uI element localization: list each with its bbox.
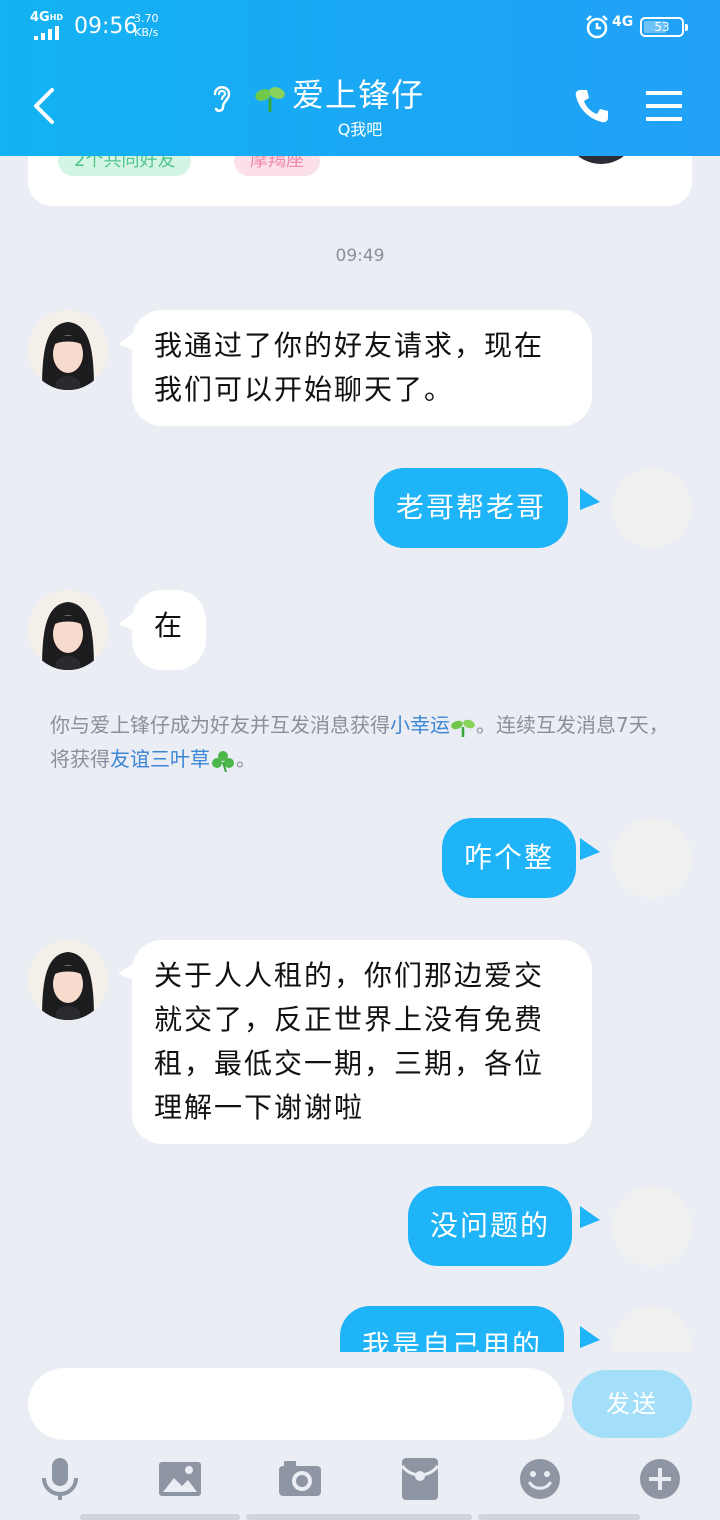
input-area: 发送 <box>0 1352 720 1520</box>
message-input[interactable] <box>28 1368 564 1440</box>
bubble-tail <box>580 838 600 860</box>
menu-button[interactable] <box>644 88 684 124</box>
contact-subtitle: Q我吧 <box>337 120 383 139</box>
plus-icon[interactable] <box>638 1456 682 1502</box>
nav-indicator <box>246 1514 472 1520</box>
network-indicator: 4GHD <box>30 10 64 25</box>
message-timestamp: 09:49 <box>335 246 385 266</box>
bubble-tail <box>580 488 600 510</box>
alarm-icon <box>586 15 608 39</box>
camera-icon[interactable] <box>278 1456 322 1502</box>
incoming-message[interactable]: 关于人人租的，你们那边爱交就交了，反正世界上没有免费租，最低交一期，三期，各位理… <box>132 940 592 1144</box>
contact-avatar[interactable] <box>28 590 108 670</box>
contact-avatar[interactable] <box>28 310 108 390</box>
nav-indicator <box>478 1514 640 1520</box>
signal-bars-icon <box>34 26 59 40</box>
mic-icon[interactable] <box>38 1456 82 1502</box>
clock: 09:56 <box>74 14 138 39</box>
speed-value: 3.70 <box>134 12 159 25</box>
chat-header: 4GHD 09:56 3.70 KB/s 4G 53 爱上锋仔 Q我吧 <box>0 0 720 156</box>
system-notice: 你与爱上锋仔成为好友并互发消息获得小幸运 。连续互发消息7天，将获得友谊三叶草。 <box>50 708 670 776</box>
red-packet-icon[interactable] <box>398 1456 442 1502</box>
bubble-tail <box>580 1326 600 1348</box>
clover-icon <box>212 750 234 772</box>
ear-icon[interactable] <box>206 80 238 114</box>
phone-call-button[interactable] <box>572 86 612 126</box>
incoming-message[interactable]: 在 <box>132 590 207 670</box>
send-button[interactable]: 发送 <box>572 1370 692 1438</box>
outgoing-message[interactable]: 老哥帮老哥 <box>374 468 569 548</box>
my-avatar[interactable] <box>612 1186 692 1266</box>
battery-level: 53 <box>654 20 670 34</box>
my-avatar[interactable] <box>612 468 692 548</box>
contact-avatar[interactable] <box>28 940 108 1020</box>
outgoing-message[interactable]: 咋个整 <box>442 818 577 898</box>
contact-name[interactable]: 爱上锋仔 <box>292 70 424 116</box>
system-text: 你与爱上锋仔成为好友并互发消息获得 <box>50 713 390 737</box>
my-avatar[interactable] <box>612 818 692 898</box>
network-label: 4G <box>30 10 50 25</box>
speed-unit: KB/s <box>134 26 159 39</box>
mobile-data-label: 4G <box>612 14 634 30</box>
incoming-message[interactable]: 我通过了你的好友请求，现在我们可以开始聊天了。 <box>132 310 592 426</box>
nav-indicator <box>80 1514 240 1520</box>
clover-link[interactable]: 友谊三叶草 <box>110 747 210 771</box>
system-text: 。 <box>236 747 256 771</box>
outgoing-message[interactable]: 没问题的 <box>408 1186 573 1266</box>
battery-icon: 53 <box>640 17 688 37</box>
avatar-portrait <box>28 940 108 1020</box>
avatar-portrait <box>28 310 108 390</box>
network-sup: HD <box>49 13 64 22</box>
status-bar: 4GHD 09:56 3.70 KB/s 4G 53 <box>0 0 720 56</box>
sprout-icon <box>255 87 285 113</box>
sprout-icon <box>451 719 475 737</box>
network-speed: 3.70 KB/s <box>134 12 159 40</box>
emoji-icon[interactable] <box>518 1456 562 1502</box>
lucky-link[interactable]: 小幸运 <box>390 713 450 737</box>
avatar-portrait <box>28 590 108 670</box>
image-icon[interactable] <box>158 1456 202 1502</box>
bubble-tail <box>580 1206 600 1228</box>
